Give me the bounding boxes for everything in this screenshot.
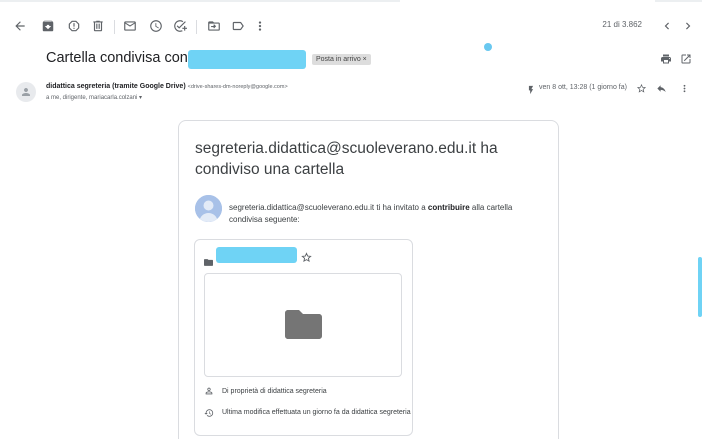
- invite-role: contribuire: [427, 203, 470, 212]
- more-vert-icon[interactable]: [248, 14, 272, 38]
- star-outline-icon[interactable]: [301, 250, 312, 263]
- invite-prefix: segreteria.didattica@scuoleverano.edu.it…: [229, 203, 428, 212]
- mail-icon[interactable]: [118, 14, 142, 38]
- cursor-marker: [484, 43, 492, 51]
- message-counter: 21 di 3.862: [602, 20, 642, 29]
- toolbar-separator: [114, 20, 115, 34]
- chevron-right-icon[interactable]: [676, 14, 700, 38]
- person-icon: [195, 195, 222, 222]
- invite-message: segreteria.didattica@scuoleverano.edu.it…: [229, 202, 529, 226]
- owner-text: Di proprietà di didattica segreteria: [222, 388, 327, 395]
- top-divider: [0, 0, 400, 2]
- redacted-block: [698, 257, 702, 317]
- sender-email: <drive-shares-dm-noreply@google.com>: [187, 84, 288, 90]
- report-spam-icon[interactable]: [62, 14, 86, 38]
- avatar: [195, 195, 222, 222]
- more-vert-icon[interactable]: [679, 81, 691, 93]
- card-title: segreteria.didattica@scuoleverano.edu.it…: [195, 140, 498, 178]
- print-icon[interactable]: [660, 52, 674, 66]
- top-divider-right: [655, 0, 702, 2]
- message-toolbar: 21 di 3.862: [0, 14, 702, 40]
- modified-text: Ultima modifica effettuata un giorno fa …: [222, 409, 411, 416]
- arrow-left-icon[interactable]: [8, 14, 32, 38]
- label-icon[interactable]: [226, 14, 250, 38]
- bolt-icon: [526, 82, 536, 95]
- redacted-block: [216, 247, 297, 263]
- person-icon: [204, 386, 214, 396]
- person-icon: [22, 88, 30, 96]
- message-date: ven 8 ott, 13:28 (1 giorno fa): [539, 84, 627, 91]
- label-chip-inbox[interactable]: Posta in arrivo ×: [312, 54, 371, 65]
- open-in-new-icon[interactable]: [680, 52, 694, 66]
- archive-icon[interactable]: [36, 14, 60, 38]
- redacted-block: [188, 50, 306, 69]
- history-icon: [204, 408, 214, 418]
- sender-name[interactable]: didattica segreteria (tramite Google Dri…: [46, 83, 186, 90]
- folder-icon: [204, 253, 213, 266]
- star-outline-icon[interactable]: [636, 81, 648, 93]
- folder-icon: [285, 310, 322, 339]
- toolbar-separator: [196, 20, 197, 34]
- trash-icon[interactable]: [86, 14, 110, 38]
- clock-icon[interactable]: [144, 14, 168, 38]
- avatar[interactable]: [16, 82, 36, 102]
- add-task-icon[interactable]: [168, 14, 192, 38]
- sender-line: didattica segreteria (tramite Google Dri…: [46, 83, 288, 90]
- reply-icon[interactable]: [656, 81, 668, 93]
- recipients-dropdown[interactable]: a me, dirigente, mariacarla.colzani ▾: [46, 94, 142, 101]
- move-to-folder-icon[interactable]: [202, 14, 226, 38]
